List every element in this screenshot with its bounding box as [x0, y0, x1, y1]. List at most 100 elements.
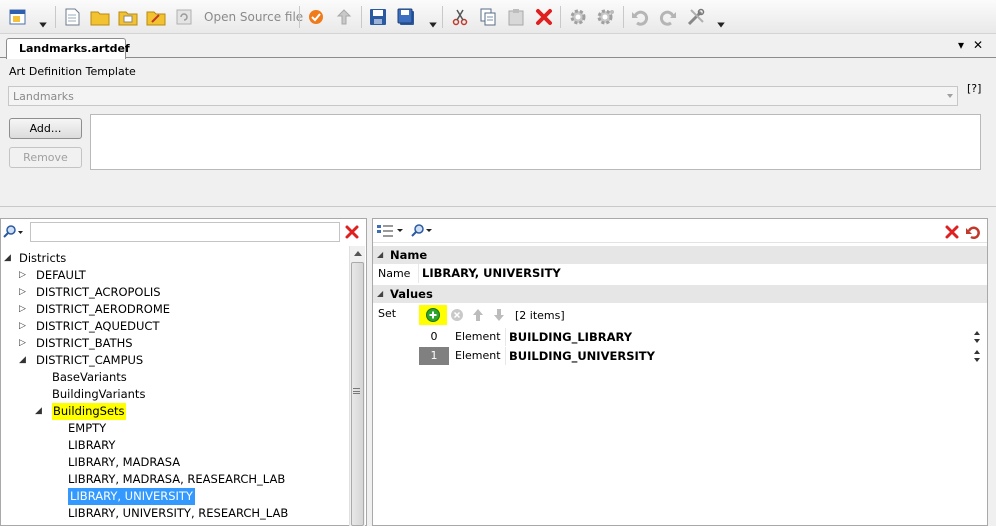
tab-landmarks-artdef[interactable]: Landmarks.artdef: [6, 38, 130, 59]
tree-item-label: LIBRARY, MADRASA: [68, 455, 181, 469]
section-divider: [0, 206, 996, 207]
name-category[interactable]: ◢ Name: [373, 246, 987, 264]
open-recent-icon[interactable]: [144, 5, 168, 29]
undo-icon[interactable]: [628, 5, 652, 29]
tree-item-label: Districts: [19, 251, 67, 265]
tree-item-label: LIBRARY: [68, 438, 116, 452]
scroll-up-icon[interactable]: [354, 251, 362, 256]
tree-item-label: DISTRICT_ACROPOLIS: [36, 285, 161, 299]
element-index[interactable]: 0: [419, 328, 449, 346]
delete-icon[interactable]: [944, 224, 960, 240]
collapse-icon[interactable]: ◢: [377, 246, 383, 264]
expanded-icon[interactable]: ◢: [4, 250, 11, 267]
tree-item-label: LIBRARY, MADRASA, REASEARCH_LAB: [68, 472, 286, 486]
revert-icon[interactable]: [965, 224, 981, 240]
collapse-icon[interactable]: ◢: [377, 285, 383, 303]
template-list[interactable]: [90, 114, 981, 170]
new-file-icon[interactable]: [60, 5, 84, 29]
tree-item-label: DEFAULT: [36, 268, 86, 282]
template-label: Art Definition Template: [9, 65, 136, 78]
tree-item[interactable]: LIBRARY: [0, 437, 348, 454]
tree-item[interactable]: LIBRARY, MADRASA: [0, 454, 348, 471]
move-up-icon[interactable]: [470, 307, 486, 323]
item-count: [2 items]: [515, 309, 565, 322]
tree-item[interactable]: ▷ DISTRICT_AERODROME: [0, 301, 348, 318]
expand-icon[interactable]: ▷: [19, 335, 26, 352]
cook-icon[interactable]: [304, 5, 328, 29]
open-folder-multi-icon[interactable]: [116, 5, 140, 29]
tree-item[interactable]: ▷ DEFAULT: [0, 267, 348, 284]
tree-item-label: LIBRARY, UNIVERSITY, RESEARCH_LAB: [68, 506, 289, 520]
expand-icon[interactable]: ▷: [19, 318, 26, 335]
tree-item[interactable]: EMPTY: [0, 420, 348, 437]
tree-item-label: DISTRICT_BATHS: [36, 336, 133, 350]
properties-toolbar: [373, 219, 987, 243]
delete-icon[interactable]: [532, 5, 556, 29]
tools-dropdown-icon[interactable]: [716, 20, 726, 30]
tree-item[interactable]: BaseVariants: [0, 369, 348, 386]
grip-icon: [353, 388, 360, 394]
categorize-icon[interactable]: [376, 223, 406, 239]
save-all-icon[interactable]: [394, 5, 418, 29]
open-folder-icon[interactable]: [88, 5, 112, 29]
expanded-icon[interactable]: ◢: [35, 403, 42, 420]
scrollbar-thumb[interactable]: [351, 262, 364, 526]
tools-icon[interactable]: [684, 5, 708, 29]
tree-item-districts[interactable]: ◢ Districts: [0, 250, 348, 267]
open-source-button[interactable]: Open Source file: [204, 10, 303, 24]
expand-icon[interactable]: ▷: [19, 267, 26, 284]
tree-search-input[interactable]: [30, 222, 340, 242]
refresh-icon[interactable]: [172, 5, 196, 29]
move-down-icon[interactable]: [491, 307, 507, 323]
paste-icon[interactable]: [504, 5, 528, 29]
spinner-icon[interactable]: [974, 328, 982, 346]
cut-icon[interactable]: [448, 5, 472, 29]
expand-icon[interactable]: ▷: [19, 301, 26, 318]
clear-search-icon[interactable]: [344, 224, 360, 240]
remove-item-icon[interactable]: [449, 307, 465, 323]
tree-item[interactable]: BuildingVariants: [0, 386, 348, 403]
publish-icon[interactable]: [332, 5, 356, 29]
tree-item[interactable]: LIBRARY, MADRASA, REASEARCH_LAB: [0, 471, 348, 488]
remove-button[interactable]: Remove: [9, 147, 82, 168]
spinner-icon[interactable]: [974, 347, 982, 365]
add-item-icon[interactable]: [419, 305, 447, 325]
redo-icon[interactable]: [656, 5, 680, 29]
tree-item-label: DISTRICT_AQUEDUCT: [36, 319, 160, 333]
tree-item[interactable]: ◢ DISTRICT_CAMPUS: [0, 352, 348, 369]
options-icon[interactable]: [6, 5, 30, 29]
tree-item-selected[interactable]: LIBRARY, UNIVERSITY: [0, 488, 348, 505]
search-icon[interactable]: [2, 224, 24, 240]
options-dropdown-icon[interactable]: [38, 20, 48, 30]
grid-line: [505, 328, 506, 346]
tree-item[interactable]: ▷ DISTRICT_AQUEDUCT: [0, 318, 348, 335]
values-category[interactable]: ◢ Values: [373, 285, 987, 303]
copy-icon[interactable]: [476, 5, 500, 29]
save-icon[interactable]: [366, 5, 390, 29]
help-link[interactable]: [?]: [967, 82, 981, 95]
tree-item-label: BuildingVariants: [52, 387, 146, 401]
tree-item-label: DISTRICT_AERODROME: [36, 302, 171, 316]
pin-dropdown-icon[interactable]: ▾: [958, 38, 964, 52]
template-select[interactable]: Landmarks: [8, 86, 958, 106]
tree-item[interactable]: ◢ BuildingSets: [0, 403, 348, 420]
save-dropdown-icon[interactable]: [428, 20, 438, 30]
expanded-icon[interactable]: ◢: [19, 352, 26, 369]
settings-multi-icon[interactable]: [594, 5, 618, 29]
tree-scrollbar[interactable]: [349, 246, 365, 526]
settings-icon[interactable]: [566, 5, 590, 29]
element-value[interactable]: BUILDING_LIBRARY: [509, 328, 632, 346]
add-button[interactable]: Add...: [9, 118, 82, 139]
element-index[interactable]: 1: [419, 347, 449, 365]
tree-item-label: BaseVariants: [52, 370, 127, 384]
expand-icon[interactable]: ▷: [19, 284, 26, 301]
document-tab-strip: [0, 36, 996, 58]
element-label: Element: [455, 349, 501, 362]
element-value[interactable]: BUILDING_UNIVERSITY: [509, 347, 655, 365]
close-icon[interactable]: ✕: [973, 38, 983, 52]
tree-item[interactable]: ▷ DISTRICT_ACROPOLIS: [0, 284, 348, 301]
tree-item[interactable]: ▷ DISTRICT_BATHS: [0, 335, 348, 352]
name-value[interactable]: LIBRARY, UNIVERSITY: [422, 265, 561, 282]
tree-item[interactable]: LIBRARY, UNIVERSITY, RESEARCH_LAB: [0, 505, 348, 522]
search-icon[interactable]: [411, 223, 435, 239]
